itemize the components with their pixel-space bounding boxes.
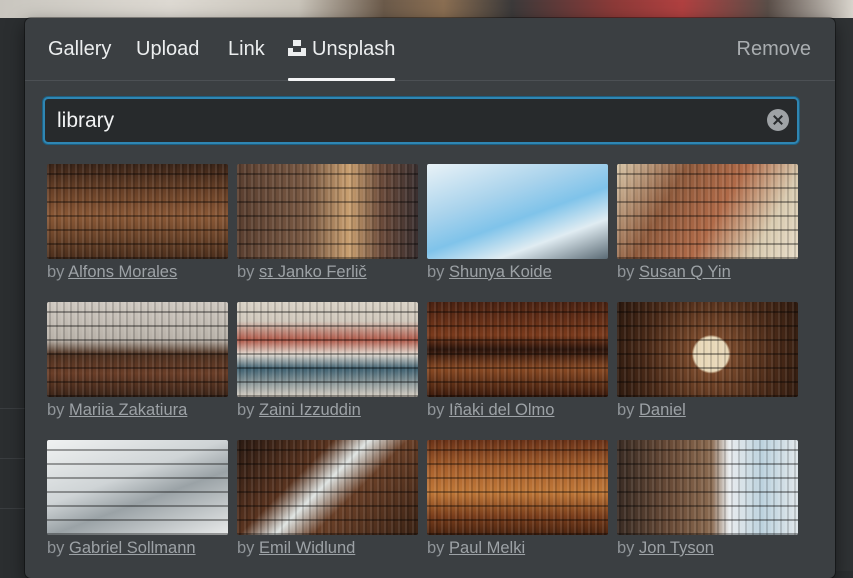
photo-credit: by Paul Melki: [427, 539, 526, 557]
photo-card[interactable]: by Iñaki del Olmo: [427, 302, 608, 420]
author-link[interactable]: Zaini Izzuddin: [259, 401, 361, 419]
photo-card[interactable]: by Susan Q Yin: [617, 164, 798, 282]
photo-thumbnail[interactable]: [427, 164, 608, 259]
photo-thumbnail[interactable]: [427, 440, 608, 535]
author-link[interactable]: Paul Melki: [449, 539, 525, 557]
author-link[interactable]: Gabriel Sollmann: [69, 539, 196, 557]
photo-card[interactable]: by Gabriel Sollmann: [47, 440, 228, 558]
photo-credit: by Susan Q Yin: [617, 263, 731, 281]
image-picker-popover: Gallery Upload Link Unsplash Remove by A…: [25, 18, 835, 578]
tab-unsplash-label: Unsplash: [312, 38, 396, 60]
photo-credit: by Daniel: [617, 401, 686, 419]
author-link[interactable]: Susan Q Yin: [639, 263, 731, 281]
photo-card[interactable]: by Zaini Izzuddin: [237, 302, 418, 420]
photo-credit: by Emil Widlund: [237, 539, 356, 557]
author-link[interactable]: Iñaki del Olmo: [449, 401, 554, 419]
photo-card[interactable]: by Mariia Zakatiura: [47, 302, 228, 420]
tab-bar: Gallery Upload Link Unsplash Remove: [25, 18, 835, 81]
background-divider: [0, 458, 26, 459]
photo-card[interactable]: by Alfons Morales: [47, 164, 228, 282]
tab-upload[interactable]: Upload: [136, 38, 199, 61]
author-link[interactable]: ѕɪ Janko Ferlič: [259, 263, 367, 281]
author-link[interactable]: Jon Tyson: [639, 539, 714, 557]
unsplash-icon: [288, 40, 306, 56]
author-link[interactable]: Daniel: [639, 401, 686, 419]
photo-card[interactable]: by Jon Tyson: [617, 440, 798, 558]
photo-credit: by ѕɪ Janko Ferlič: [237, 263, 367, 281]
photo-card[interactable]: by ѕɪ Janko Ferlič: [237, 164, 418, 282]
author-link[interactable]: Mariia Zakatiura: [69, 401, 187, 419]
photo-card[interactable]: by Paul Melki: [427, 440, 608, 558]
tab-unsplash[interactable]: Unsplash: [288, 38, 396, 81]
tab-gallery[interactable]: Gallery: [48, 38, 111, 61]
photo-thumbnail[interactable]: [617, 440, 798, 535]
photo-credit: by Gabriel Sollmann: [47, 539, 196, 557]
background-page-header: [0, 0, 853, 18]
tab-link[interactable]: Link: [228, 38, 265, 61]
photo-credit: by Shunya Koide: [427, 263, 552, 281]
photo-thumbnail[interactable]: [427, 302, 608, 397]
photo-thumbnail[interactable]: [47, 302, 228, 397]
remove-button[interactable]: Remove: [737, 38, 811, 61]
photo-card[interactable]: by Shunya Koide: [427, 164, 608, 282]
photo-thumbnail[interactable]: [47, 164, 228, 259]
clear-search-icon[interactable]: [767, 109, 789, 131]
photo-credit: by Alfons Morales: [47, 263, 178, 281]
search-input[interactable]: [55, 106, 759, 136]
photo-card[interactable]: by Daniel: [617, 302, 798, 420]
search-box: [43, 97, 799, 144]
photo-thumbnail[interactable]: [237, 440, 418, 535]
photo-credit: by Jon Tyson: [617, 539, 714, 557]
background-divider: [0, 408, 26, 409]
background-scroll-area: [835, 18, 853, 571]
photo-credit: by Zaini Izzuddin: [237, 401, 361, 419]
photo-thumbnail[interactable]: [237, 302, 418, 397]
photo-thumbnail[interactable]: [617, 164, 798, 259]
background-divider: [0, 508, 26, 509]
photo-thumbnail[interactable]: [47, 440, 228, 535]
photo-card[interactable]: by Emil Widlund: [237, 440, 418, 558]
photo-thumbnail[interactable]: [237, 164, 418, 259]
author-link[interactable]: Shunya Koide: [449, 263, 552, 281]
author-link[interactable]: Emil Widlund: [259, 539, 355, 557]
photo-credit: by Iñaki del Olmo: [427, 401, 555, 419]
author-link[interactable]: Alfons Morales: [68, 263, 177, 281]
photo-thumbnail[interactable]: [617, 302, 798, 397]
photo-credit: by Mariia Zakatiura: [47, 401, 188, 419]
